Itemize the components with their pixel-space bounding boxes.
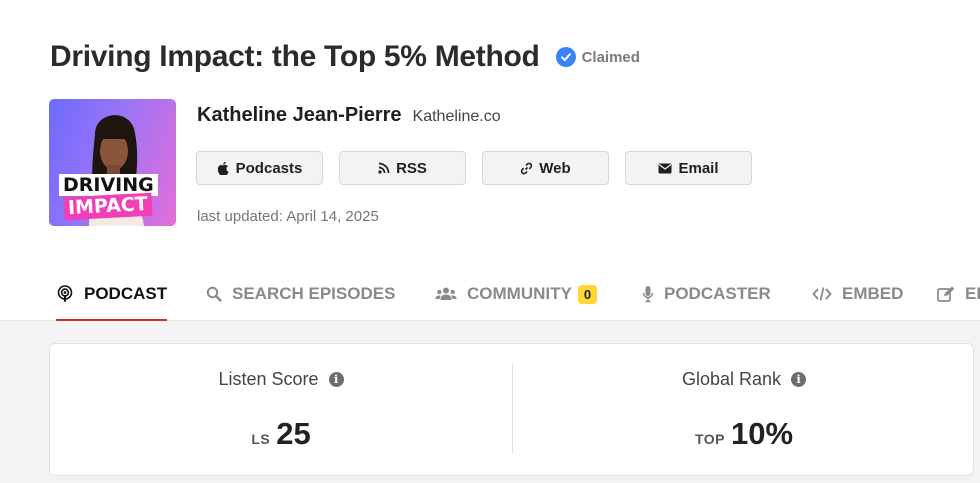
tab-edit-label: ED [965,284,980,303]
apple-podcasts-button[interactable]: Podcasts [196,151,323,185]
web-label: Web [539,159,571,177]
global-rank-prefix: TOP [694,431,725,447]
tab-search-episodes[interactable]: SEARCH EPISODES [206,268,395,320]
microphone-icon [642,286,654,303]
last-updated: last updated: April 14, 2025 [197,208,379,225]
listen-score-panel: Listen Score i LS 25 [50,344,512,477]
info-icon[interactable]: i [328,372,344,387]
global-rank-label: Global Rank [681,369,782,389]
title-row: Driving Impact: the Top 5% Method Claime… [50,40,640,74]
podcast-cover-image[interactable]: DRIVING IMPACT [49,99,176,226]
tab-embed-label: EMBED [842,284,904,303]
podcast-icon [57,285,73,302]
tab-search-episodes-label: SEARCH EPISODES [232,284,396,303]
users-icon [435,287,457,300]
web-button[interactable]: Web [482,151,609,185]
tab-edit[interactable]: ED [937,268,980,320]
search-icon [206,286,222,302]
cover-word-impact: IMPACT [63,192,153,221]
community-count-badge: 0 [577,284,598,304]
apple-icon [217,161,229,175]
global-rank-value: 10% [730,416,794,451]
listen-score-label: Listen Score [218,369,319,389]
tab-podcaster-label: PODCASTER [664,284,771,303]
listen-score-heading: Listen Score i [50,369,512,390]
rss-label: RSS [396,159,427,177]
tab-podcast-label: PODCAST [84,284,168,303]
author-row: Katheline Jean-Pierre Katheline.co [197,104,501,127]
global-rank-panel: Global Rank i TOP 10% [513,344,975,477]
verified-check-icon [555,47,576,67]
rss-button[interactable]: RSS [339,151,466,185]
tab-podcaster[interactable]: PODCASTER [642,268,771,320]
claimed-status: Claimed [555,47,640,67]
global-rank-heading: Global Rank i [513,369,975,390]
tab-bar: PODCAST SEARCH EPISODES COMMUNITY 0 PODC… [0,268,980,322]
rss-icon [378,162,390,174]
email-label: Email [678,159,719,177]
info-icon[interactable]: i [791,372,807,387]
score-card: Listen Score i LS 25 Global Rank i TOP 1… [49,343,974,476]
edit-icon [937,286,955,302]
apple-podcasts-label: Podcasts [235,159,303,177]
tab-embed[interactable]: EMBED [812,268,903,320]
tab-community[interactable]: COMMUNITY 0 [435,268,598,320]
listen-score-prefix: LS [251,431,271,447]
global-rank-value-row: TOP 10% [513,416,975,452]
listen-score-value: 25 [276,416,311,451]
email-button[interactable]: Email [625,151,752,185]
tab-podcast[interactable]: PODCAST [56,268,168,322]
website-link[interactable]: Katheline.co [413,108,501,126]
listen-score-value-row: LS 25 [50,416,512,452]
link-buttons: Podcasts RSS Web Email [196,151,752,185]
tab-community-label: COMMUNITY [467,284,572,303]
author-name[interactable]: Katheline Jean-Pierre [197,104,402,127]
podcast-page: Driving Impact: the Top 5% Method Claime… [0,0,980,483]
link-icon [521,162,533,174]
envelope-icon [658,163,672,173]
code-icon [812,287,832,301]
claimed-label: Claimed [581,48,640,66]
page-title: Driving Impact: the Top 5% Method [50,40,540,73]
